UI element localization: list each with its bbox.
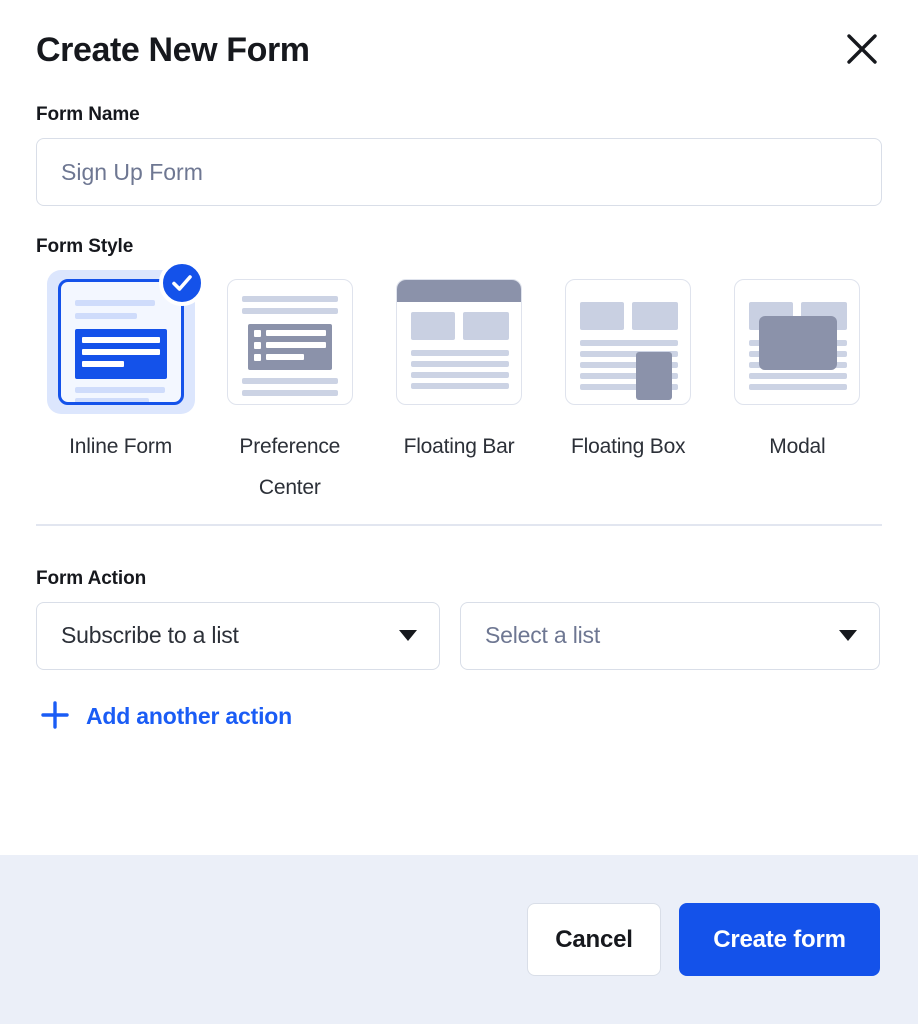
- form-style-group: Form Style: [36, 236, 882, 508]
- floating-bar-thumbnail: [396, 279, 522, 405]
- form-name-label: Form Name: [36, 104, 882, 126]
- selected-check-badge: [159, 260, 205, 306]
- thumbnail-halo: [216, 270, 364, 414]
- modal-thumbnail: [734, 279, 860, 405]
- list-select-value: Select a list: [485, 622, 600, 649]
- style-option-label: Preference Center: [215, 426, 365, 508]
- preference-center-thumbnail: [227, 279, 353, 405]
- style-option-preference-center[interactable]: Preference Center: [205, 270, 374, 508]
- thumbnail-halo: [554, 270, 702, 414]
- style-option-label: Floating Box: [553, 426, 703, 467]
- create-form-dialog: Create New Form Form Name Form Style: [0, 0, 918, 1024]
- form-style-label: Form Style: [36, 236, 882, 258]
- form-name-input[interactable]: [36, 138, 882, 206]
- chevron-down-icon: [399, 630, 417, 641]
- form-style-options: Inline Form: [36, 270, 882, 508]
- thumbnail-halo: [385, 270, 533, 414]
- list-select[interactable]: Select a list: [460, 602, 880, 670]
- spacer: [36, 206, 882, 236]
- dialog-footer: Cancel Create form: [0, 855, 918, 1024]
- thumbnail-halo: [47, 270, 195, 414]
- add-another-action-button[interactable]: Add another action: [36, 694, 296, 739]
- style-option-label: Modal: [722, 426, 872, 467]
- style-option-label: Floating Bar: [384, 426, 534, 467]
- dialog-header: Create New Form: [0, 0, 918, 86]
- dialog-body: Form Name Form Style: [0, 86, 918, 855]
- form-action-label: Form Action: [36, 568, 882, 590]
- cancel-button[interactable]: Cancel: [527, 903, 661, 976]
- style-option-floating-bar[interactable]: Floating Bar: [374, 270, 543, 467]
- style-option-label: Inline Form: [46, 426, 196, 467]
- action-type-select[interactable]: Subscribe to a list: [36, 602, 440, 670]
- form-action-group: Form Action Subscribe to a list Select a…: [36, 526, 882, 739]
- plus-icon: [40, 700, 70, 733]
- close-icon: [845, 32, 879, 69]
- close-button[interactable]: [838, 26, 886, 74]
- form-action-row: Subscribe to a list Select a list: [36, 602, 882, 670]
- create-form-button[interactable]: Create form: [679, 903, 880, 976]
- style-option-floating-box[interactable]: Floating Box: [544, 270, 713, 467]
- action-type-value: Subscribe to a list: [61, 622, 239, 649]
- chevron-down-icon: [839, 630, 857, 641]
- add-another-action-label: Add another action: [86, 703, 292, 730]
- floating-box-thumbnail: [565, 279, 691, 405]
- form-name-field-group: Form Name: [36, 104, 882, 206]
- thumbnail-halo: [723, 270, 871, 414]
- style-option-inline-form[interactable]: Inline Form: [36, 270, 205, 467]
- style-option-modal[interactable]: Modal: [713, 270, 882, 467]
- page-title: Create New Form: [36, 24, 882, 76]
